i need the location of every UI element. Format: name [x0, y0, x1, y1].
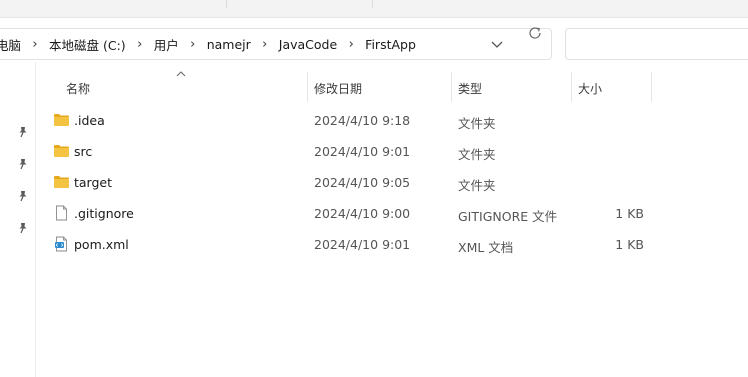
- column-divider[interactable]: [651, 72, 652, 102]
- file-type: 文件夹: [458, 178, 496, 193]
- column-divider[interactable]: [571, 72, 572, 102]
- breadcrumb-separator[interactable]: ›: [338, 37, 364, 52]
- file-type: GITIGNORE 文件: [458, 209, 558, 224]
- breadcrumb-separator[interactable]: ›: [22, 37, 48, 52]
- breadcrumb-separator[interactable]: ›: [127, 37, 153, 52]
- tab-divider: [372, 0, 373, 8]
- breadcrumb-item-computer[interactable]: 电脑: [0, 35, 22, 54]
- breadcrumb-item-users[interactable]: 用户: [153, 35, 180, 54]
- column-header-size[interactable]: 大小: [578, 80, 602, 97]
- column-divider[interactable]: [307, 72, 308, 102]
- pin-icon[interactable]: [17, 222, 29, 234]
- file-row[interactable]: .idea 2024/4/10 9:18 文件夹: [36, 105, 676, 136]
- file-name: pom.xml: [74, 237, 129, 252]
- file-name: target: [74, 175, 113, 190]
- file-type: 文件夹: [458, 116, 496, 131]
- address-box[interactable]: 电脑 › 本地磁盘 (C:) › 用户 › namejr › JavaCode …: [0, 28, 552, 60]
- column-header-type[interactable]: 类型: [458, 80, 482, 97]
- tab-strip: [0, 0, 748, 18]
- breadcrumb-item-firstapp[interactable]: FirstApp: [364, 37, 417, 52]
- file-row[interactable]: target 2024/4/10 9:05 文件夹: [36, 167, 676, 198]
- breadcrumb-separator[interactable]: ›: [180, 37, 206, 52]
- search-input[interactable]: [565, 28, 748, 60]
- folder-icon: [54, 176, 69, 188]
- pin-icon[interactable]: [17, 158, 29, 170]
- file-name: src: [74, 144, 93, 159]
- folder-icon: [54, 145, 69, 157]
- file-modified: 2024/4/10 9:01: [314, 144, 411, 159]
- pin-icon[interactable]: [17, 126, 29, 138]
- breadcrumb-item-user[interactable]: namejr: [206, 37, 252, 52]
- file-type: 文件夹: [458, 147, 496, 162]
- file-modified: 2024/4/10 9:05: [314, 175, 411, 190]
- file-size: 1 KB: [615, 237, 644, 252]
- sort-ascending-icon: [176, 71, 186, 77]
- file-modified: 2024/4/10 9:18: [314, 113, 411, 128]
- folder-icon: [54, 114, 69, 126]
- file-row[interactable]: pom.xml 2024/4/10 9:01 XML 文档 1 KB: [36, 229, 676, 260]
- file-name: .idea: [74, 113, 105, 128]
- breadcrumb: 电脑 › 本地磁盘 (C:) › 用户 › namejr › JavaCode …: [0, 29, 417, 59]
- file-size: 1 KB: [615, 206, 644, 221]
- breadcrumb-separator[interactable]: ›: [252, 37, 278, 52]
- file-modified: 2024/4/10 9:01: [314, 237, 411, 252]
- tab-divider: [226, 0, 227, 8]
- file-modified: 2024/4/10 9:00: [314, 206, 411, 221]
- navigation-pane: [0, 62, 36, 377]
- file-row[interactable]: src 2024/4/10 9:01 文件夹: [36, 136, 676, 167]
- refresh-icon[interactable]: [527, 25, 543, 41]
- file-row[interactable]: .gitignore 2024/4/10 9:00 GITIGNORE 文件 1…: [36, 198, 676, 229]
- blank-file-icon: [56, 205, 67, 221]
- breadcrumb-item-javacode[interactable]: JavaCode: [278, 37, 338, 52]
- xml-file-icon: [55, 236, 67, 252]
- pin-icon[interactable]: [17, 190, 29, 202]
- breadcrumb-item-drive[interactable]: 本地磁盘 (C:): [48, 35, 127, 54]
- column-header-modified[interactable]: 修改日期: [314, 80, 362, 97]
- chevron-down-icon[interactable]: [489, 36, 505, 52]
- column-header-row: 名称 修改日期 类型 大小: [36, 62, 748, 102]
- column-divider[interactable]: [451, 72, 452, 102]
- column-header-name[interactable]: 名称: [66, 80, 90, 97]
- address-bar: 电脑 › 本地磁盘 (C:) › 用户 › namejr › JavaCode …: [0, 18, 748, 62]
- file-name: .gitignore: [74, 206, 134, 221]
- file-type: XML 文档: [458, 240, 514, 255]
